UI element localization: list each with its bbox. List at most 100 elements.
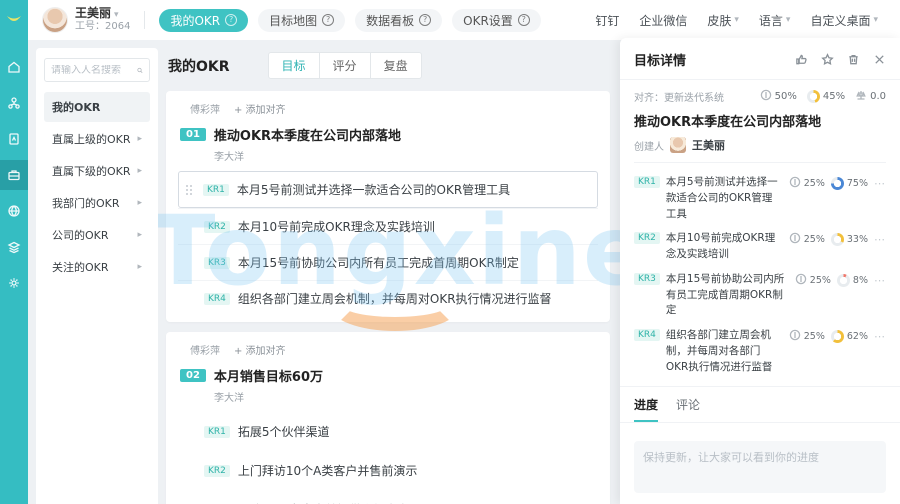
like-icon[interactable] [795, 53, 808, 66]
more-icon[interactable]: ⋯ [874, 330, 886, 343]
kr-text[interactable]: 本月15号前协助公司内所有员工完成首周期OKR制定 [666, 272, 789, 319]
menu-wecom[interactable]: 企业微信 [639, 12, 687, 29]
main-content: 我的OKR 目标 评分 复盘 傅彩萍 + 添加对齐 01 推动OKR本季度在公司… [166, 48, 610, 504]
tab-progress[interactable]: 进度 [634, 396, 658, 422]
objective-detail-panel: 目标详情 对齐：更新迭代系统 50% 45% 0.0 推动OKR本季度在公司内部… [620, 38, 900, 504]
chevron-right-icon: ▸ [137, 262, 142, 272]
document-icon [7, 132, 21, 146]
sidebar-item-subordinate-okr[interactable]: 直属下级的OKR▸ [44, 156, 150, 186]
kr-text[interactable]: 本月5号前测试并选择一款适合公司的OKR管理工具 [666, 175, 783, 222]
rail-org[interactable] [0, 88, 28, 118]
user-avatar[interactable] [42, 7, 68, 33]
current-user[interactable]: 王美丽▾ 工号：2064 [42, 6, 130, 34]
rail-layers[interactable] [0, 232, 28, 262]
kr-badge: KR2 [204, 221, 230, 233]
layers-icon [7, 240, 21, 254]
star-icon[interactable] [821, 53, 834, 66]
kr-text[interactable]: 本月10号前完成OKR理念及实践培训 [238, 218, 435, 235]
sidebar-item-followed-okr[interactable]: 关注的OKR▸ [44, 252, 150, 282]
kr-progress: 62% [831, 330, 868, 343]
close-icon[interactable] [873, 53, 886, 66]
help-icon[interactable]: ? [518, 14, 530, 26]
kr-text[interactable]: 组织各部门建立周会机制，并每周对OKR执行情况进行监督 [238, 290, 552, 307]
objective-title[interactable]: 本月销售目标60万 [214, 366, 323, 385]
add-align-button[interactable]: + 添加对齐 [234, 342, 286, 357]
composer-input[interactable] [634, 441, 886, 493]
aligned-user[interactable]: 傅彩萍 [190, 342, 220, 357]
chevron-right-icon: ▸ [137, 198, 142, 208]
panel-kr-row[interactable]: KR4 组织各部门建立周会机制，并每周对各部门OKR执行情况进行监督 25% 6… [634, 328, 886, 375]
add-align-button[interactable]: + 添加对齐 [234, 101, 286, 116]
nav-my-okr[interactable]: 我的OKR? [159, 9, 248, 32]
objective-title[interactable]: 推动OKR本季度在公司内部落地 [214, 125, 401, 144]
creator-name[interactable]: 王美丽 [692, 137, 725, 153]
aligned-objective[interactable]: 对齐：更新迭代系统 [634, 89, 724, 104]
kr-text[interactable]: 本月5号前测试并选择一款适合公司的OKR管理工具 [237, 181, 510, 198]
kr-text[interactable]: 组织各部门建立周会机制，并每周对各部门OKR执行情况进行监督 [666, 328, 783, 375]
help-icon[interactable]: ? [419, 14, 431, 26]
panel-kr-row[interactable]: KR1 本月5号前测试并选择一款适合公司的OKR管理工具 25% 75% ⋯ [634, 175, 886, 222]
kr-row[interactable]: KR1 本月5号前测试并选择一款适合公司的OKR管理工具 [178, 171, 598, 208]
kr-text[interactable]: 拓展5个伙伴渠道 [238, 423, 330, 440]
sidebar-item-my-okr[interactable]: 我的OKR [44, 92, 150, 122]
tab-scoring[interactable]: 评分 [320, 53, 371, 78]
panel-kr-row[interactable]: KR2 本月10号前完成OKR理念及实践培训 25% 33% ⋯ [634, 231, 886, 263]
rail-settings[interactable] [0, 268, 28, 298]
app-logo[interactable] [0, 0, 28, 40]
okr-sidebar: 我的OKR 直属上级的OKR▸ 直属下级的OKR▸ 我部门的OKR▸ 公司的OK… [36, 48, 158, 504]
nav-dashboard[interactable]: 数据看板? [355, 9, 442, 32]
tab-comments[interactable]: 评论 [676, 396, 700, 422]
kr-text[interactable]: 本月15号前协助公司内所有员工完成首周期OKR制定 [238, 254, 519, 271]
aligned-user[interactable]: 傅彩萍 [190, 101, 220, 116]
kr-row[interactable]: KR2 上门拜访10个A类客户并售前演示 [178, 451, 598, 490]
progress-ring-icon [831, 233, 844, 246]
tab-review[interactable]: 复盘 [371, 53, 421, 78]
kr-text[interactable]: 上门拜访10个A类客户并售前演示 [238, 462, 417, 479]
nav-label: OKR设置 [463, 12, 513, 29]
chevron-down-icon: ▾ [734, 15, 739, 25]
trash-icon[interactable] [847, 53, 860, 66]
nav-okr-settings[interactable]: OKR设置? [452, 9, 541, 32]
rail-okr-workbench[interactable] [0, 160, 28, 190]
menu-dingtalk[interactable]: 钉钉 [595, 12, 619, 29]
progress-ring-icon [831, 177, 844, 190]
people-search[interactable] [44, 58, 150, 82]
progress-composer: @ Enter 发送，Shift+Enter 换行 确定 [620, 433, 900, 504]
weight-icon [789, 176, 801, 191]
user-name: 王美丽 [75, 6, 111, 20]
chevron-down-icon[interactable]: ▾ [114, 10, 119, 20]
kr-row[interactable]: KR4 组织各部门建立周会机制，并每周对OKR执行情况进行监督 [178, 280, 598, 316]
help-icon[interactable]: ? [322, 14, 334, 26]
panel-kr-row[interactable]: KR3 本月15号前协助公司内所有员工完成首周期OKR制定 25% 8% ⋯ [634, 272, 886, 319]
progress-feed: 创建于 2022-11-01 11:31 ⋯ 已测试3款OKR系统，分别是飞书、… [620, 423, 900, 433]
menu-custom-desktop[interactable]: 自定义桌面▾ [810, 12, 878, 29]
more-icon[interactable]: ⋯ [874, 274, 886, 287]
tab-goals[interactable]: 目标 [269, 53, 320, 78]
sidebar-item-superior-okr[interactable]: 直属上级的OKR▸ [44, 124, 150, 154]
more-icon[interactable]: ⋯ [874, 233, 886, 246]
kr-row[interactable]: KR3 回访10个老客户并提供升级方案 [178, 490, 598, 504]
kr-badge: KR2 [634, 232, 660, 244]
kr-badge: KR4 [634, 329, 660, 341]
kr-progress: 33% [831, 233, 868, 246]
more-icon[interactable]: ⋯ [874, 177, 886, 190]
rail-globe[interactable] [0, 196, 28, 226]
search-input[interactable] [51, 65, 137, 76]
help-icon[interactable]: ? [225, 14, 237, 26]
nav-goal-map[interactable]: 目标地图? [258, 9, 345, 32]
sidebar-item-department-okr[interactable]: 我部门的OKR▸ [44, 188, 150, 218]
kr-text[interactable]: 本月10号前完成OKR理念及实践培训 [666, 231, 783, 263]
chevron-down-icon: ▾ [786, 15, 791, 25]
objective-owner: 李大洋 [178, 387, 598, 412]
kr-row[interactable]: KR2 本月10号前完成OKR理念及实践培训 [178, 208, 598, 244]
sidebar-item-company-okr[interactable]: 公司的OKR▸ [44, 220, 150, 250]
rail-docs[interactable] [0, 124, 28, 154]
menu-language[interactable]: 语言▾ [759, 12, 791, 29]
objective-card: 傅彩萍 + 添加对齐 01 推动OKR本季度在公司内部落地 李大洋 KR1 本月… [166, 91, 610, 322]
drag-handle-icon[interactable] [185, 185, 193, 195]
menu-skin[interactable]: 皮肤▾ [707, 12, 739, 29]
kr-progress: 75% [831, 177, 868, 190]
kr-row[interactable]: KR3 本月15号前协助公司内所有员工完成首周期OKR制定 [178, 244, 598, 280]
kr-row[interactable]: KR1 拓展5个伙伴渠道 [178, 412, 598, 451]
rail-home[interactable] [0, 52, 28, 82]
